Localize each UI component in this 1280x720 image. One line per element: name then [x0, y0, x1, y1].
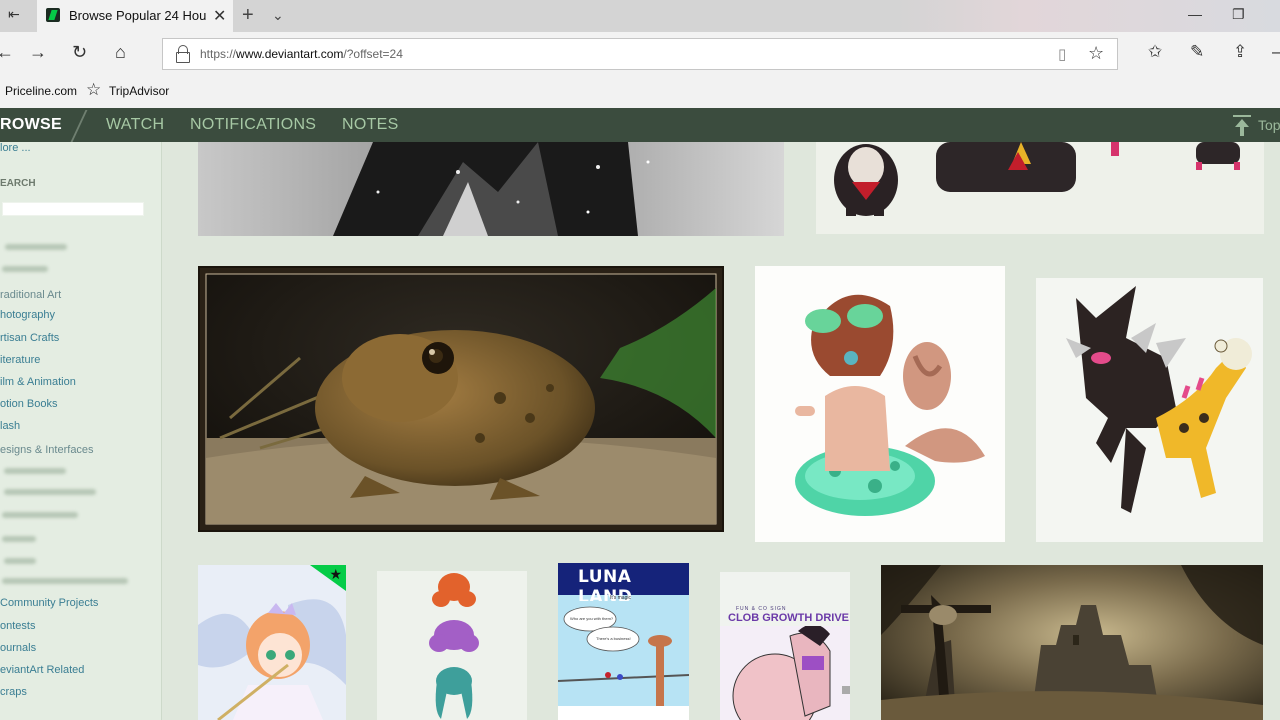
favorite-priceline[interactable]: Priceline.com — [5, 84, 77, 98]
minimize-icon[interactable]: — — [1188, 6, 1202, 22]
nav-notifications[interactable]: NOTIFICATIONS — [190, 116, 316, 134]
poster-art — [720, 626, 850, 720]
favorite-star-icon: ☆ — [86, 80, 102, 99]
blurred-sidebar-item — [4, 489, 96, 495]
comic-bubble-1: Who are you with them? — [570, 616, 614, 621]
restore-icon[interactable]: ❐ — [1232, 6, 1245, 23]
nav-notes[interactable]: NOTES — [342, 116, 399, 134]
thumbnail-creature-sheet[interactable] — [816, 142, 1264, 234]
url-text: https://www.deviantart.com/?offset=24 — [200, 47, 403, 61]
sidebar-item-film-animation[interactable]: ilm & Animation — [0, 376, 76, 388]
back-icon[interactable]: ← — [0, 42, 14, 63]
blurred-sidebar-item — [5, 244, 67, 250]
home-icon[interactable]: ⌂ — [115, 42, 126, 63]
sidebar-more-link[interactable]: lore ... — [0, 142, 31, 154]
favorite-star-icon[interactable]: ☆ — [1088, 43, 1104, 64]
bw-portrait-art — [198, 142, 784, 236]
back-to-top-icon-stem — [1240, 126, 1244, 136]
back-to-top-label[interactable]: Top — [1258, 117, 1280, 133]
pokemon-fusion-art — [1036, 278, 1263, 542]
blurred-sidebar-item — [2, 536, 36, 542]
sidebar-item-photography[interactable]: hotography — [0, 309, 55, 321]
sidebar-item-artisan-crafts[interactable]: rtisan Crafts — [0, 332, 59, 344]
forward-icon[interactable]: → — [29, 42, 47, 63]
refresh-icon[interactable]: ↻ — [72, 42, 87, 63]
more-icon[interactable]: — — [1272, 42, 1280, 62]
toad-photo-art — [205, 273, 717, 525]
blurred-sidebar-item — [4, 468, 66, 474]
sidebar-item-motion-books[interactable]: otion Books — [0, 398, 57, 410]
thumbnail-magical-girl[interactable]: ★ — [198, 565, 346, 720]
thumbnail-clob-growth-drive[interactable]: FUN & CO SIGN CLOB GROWTH DRIVE — [720, 572, 850, 720]
favorites-bar: Priceline.com ☆ TripAdvisor — [0, 76, 1280, 108]
thumbnail-hair-styles[interactable] — [377, 571, 527, 720]
hair-styles-art — [377, 571, 527, 720]
close-icon[interactable]: ✕ — [213, 6, 226, 26]
sidebar-item-journals[interactable]: ournals — [0, 642, 36, 654]
thumbnail-toad-photo[interactable] — [198, 266, 724, 532]
blurred-sidebar-item — [4, 558, 36, 564]
sidebar-item-scraps[interactable]: craps — [0, 686, 27, 698]
address-bar-row: ← → ↻ ⌂ https://www.deviantart.com/?offs… — [0, 32, 1280, 76]
fox-character-art — [755, 266, 1005, 542]
sidebar-item-community-projects[interactable]: Community Projects — [0, 597, 98, 609]
deviantart-favicon — [46, 8, 60, 22]
castle-painting-art — [881, 565, 1263, 720]
reading-view-icon[interactable]: ▯ — [1058, 45, 1066, 63]
creature-sheet-art — [834, 142, 1240, 216]
sidebar-search-heading: EARCH — [0, 178, 36, 189]
chevron-down-icon[interactable]: ⌄ — [272, 7, 284, 24]
blurred-sidebar-item — [2, 578, 128, 584]
thumbnail-luna-land-comic[interactable]: LUNA LAND It's magic Who are you with th… — [558, 563, 689, 720]
nav-browse[interactable]: ROWSE — [0, 116, 62, 134]
pen-icon[interactable]: ✎ — [1190, 42, 1204, 62]
lock-icon — [175, 45, 190, 63]
deviantart-nav: ROWSE WATCH NOTIFICATIONS NOTES Top — [0, 108, 1280, 142]
new-tab-icon[interactable]: + — [242, 4, 254, 27]
nav-watch[interactable]: WATCH — [106, 116, 164, 134]
thumbnail-fox-character[interactable] — [755, 266, 1005, 542]
sidebar-search-input[interactable] — [2, 202, 144, 216]
tab-deviantart[interactable]: Browse Popular 24 Hou ✕ — [37, 0, 233, 32]
sidebar-item-contests[interactable]: ontests — [0, 620, 35, 632]
thumbnail-bw-portrait[interactable] — [198, 142, 784, 236]
blurred-sidebar-item — [2, 512, 78, 518]
thumbnail-castle-painting[interactable] — [881, 565, 1263, 720]
comic-bubble-2: There's a business! — [596, 636, 631, 641]
sidebar-item-flash[interactable]: lash — [0, 420, 20, 432]
sidebar-item-literature[interactable]: iterature — [0, 354, 40, 366]
thumbnail-pokemon-fusion[interactable] — [1036, 278, 1263, 542]
sidebar-item-deviantart-related[interactable]: eviantArt Related — [0, 664, 84, 676]
share-icon[interactable]: ⇪ — [1233, 42, 1247, 62]
tab-bar: ⇤ Browse Popular 24 Hou ✕ + ⌄ — ❐ — [0, 0, 1280, 32]
blurred-sidebar-item — [2, 266, 48, 272]
set-aside-tabs-icon[interactable]: ⇤ — [8, 6, 30, 26]
poster-title: CLOB GROWTH DRIVE — [728, 612, 849, 624]
nav-divider — [70, 110, 88, 142]
favorite-tripadvisor[interactable]: TripAdvisor — [109, 84, 169, 98]
magical-girl-art — [198, 565, 346, 720]
sidebar-item-designs-interfaces[interactable]: esigns & Interfaces — [0, 444, 94, 456]
sidebar: lore ... EARCH raditional Art hotography… — [0, 142, 162, 720]
favorites-hub-icon[interactable]: ✩ — [1148, 42, 1162, 62]
tab-title: Browse Popular 24 Hou — [69, 8, 207, 23]
sidebar-item-traditional-art[interactable]: raditional Art — [0, 289, 61, 301]
url-input[interactable]: https://www.deviantart.com/?offset=24 ▯ … — [162, 38, 1118, 70]
